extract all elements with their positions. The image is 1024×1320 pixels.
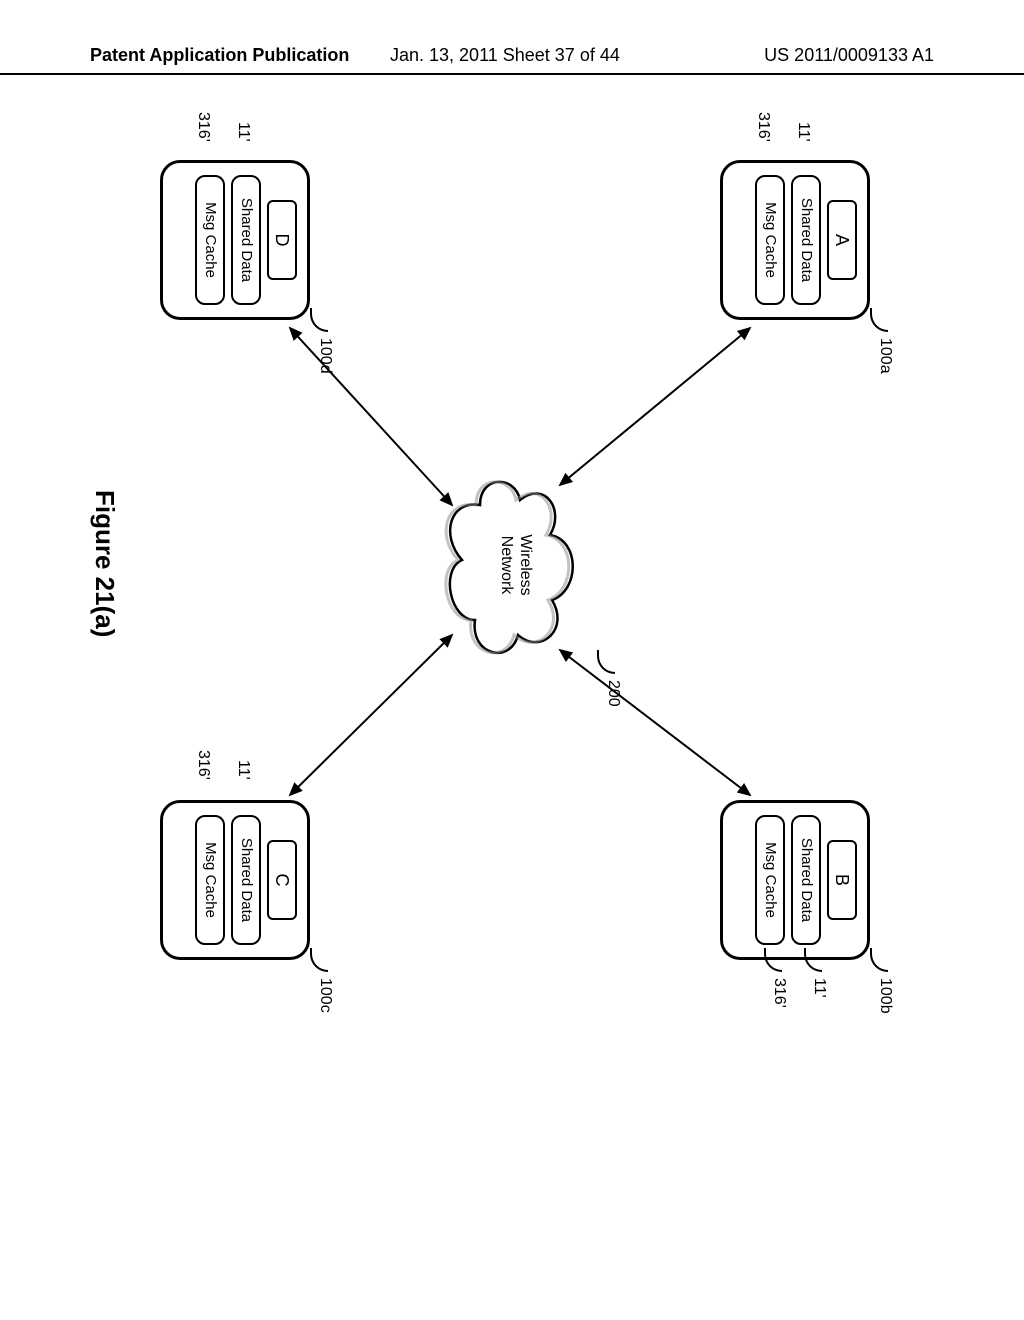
rotated-diagram: A Shared Data Msg Cache 100a 11' 316' B … xyxy=(90,140,930,980)
ref-a-shared: 11' xyxy=(794,122,812,142)
ref-100b: 100b xyxy=(876,978,894,1014)
ref-b-shared: 11' xyxy=(810,978,828,998)
header-left: Patent Application Publication xyxy=(90,45,349,66)
page-header: Patent Application Publication Jan. 13, … xyxy=(0,45,1024,75)
ref-a-cache: 316' xyxy=(754,112,772,142)
ref-b-cache: 316' xyxy=(770,978,788,1008)
figure-caption: Figure 21(a) xyxy=(89,490,120,637)
ref-d-shared: 11' xyxy=(234,122,252,142)
page: Patent Application Publication Jan. 13, … xyxy=(0,0,1024,1320)
connection-arrows xyxy=(90,140,930,980)
header-center: Jan. 13, 2011 Sheet 37 of 44 xyxy=(390,45,620,66)
header-right: US 2011/0009133 A1 xyxy=(764,45,934,66)
ref-d-cache: 316' xyxy=(194,112,212,142)
ref-100c: 100c xyxy=(316,978,334,1013)
diagram-area: A Shared Data Msg Cache 100a 11' 316' B … xyxy=(90,140,930,1240)
